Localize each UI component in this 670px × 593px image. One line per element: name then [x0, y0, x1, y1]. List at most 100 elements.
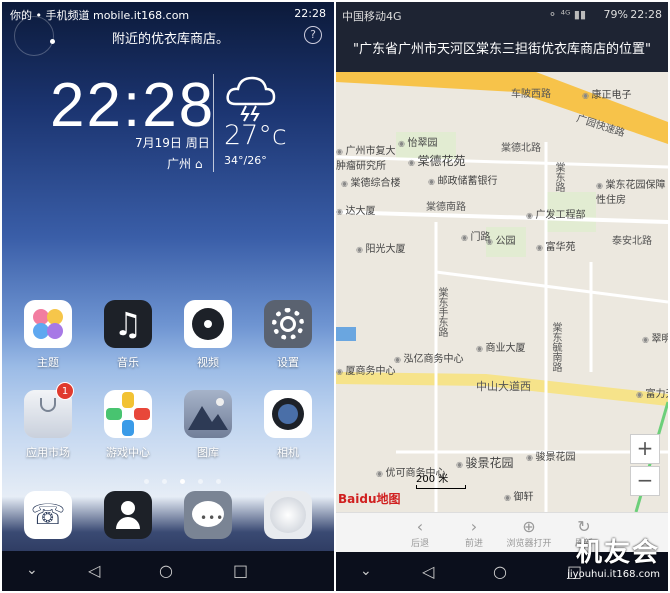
app-gallery[interactable]: 图库	[173, 390, 243, 460]
page-dot	[216, 479, 222, 484]
query-header: "广东省广州市天河区棠东三担街优衣库商店的位置"	[336, 28, 668, 72]
status-time: 22:28	[294, 7, 326, 20]
chevron-down-icon[interactable]: ⌄	[360, 563, 372, 579]
map-poi[interactable]: 邮政储蓄银行	[428, 172, 498, 187]
app-label: 主题	[37, 356, 59, 369]
browser-forward-button[interactable]: › 前进	[444, 517, 504, 549]
clock-widget[interactable]: 22:28	[50, 70, 215, 141]
music-icon: ♫	[104, 300, 152, 348]
navigation-bar: ⌄ ◁ ○ □	[2, 551, 334, 591]
map-poi[interactable]: 富力天	[636, 385, 668, 400]
map-poi[interactable]: 棠东花园保障性住房	[596, 176, 666, 206]
baidu-logo: Baidu地图	[338, 492, 401, 506]
app-music[interactable]: ♫ 音乐	[93, 300, 163, 370]
date-label: 7月19日 周日	[135, 136, 210, 150]
scale-label: 200 米	[416, 474, 449, 485]
road-label: 棠东毓南路	[550, 322, 561, 372]
dock-contacts[interactable]	[93, 491, 163, 539]
back-icon[interactable]: ◁	[88, 561, 100, 580]
app-label: 设置	[277, 356, 299, 369]
map-poi[interactable]: 达大厦	[336, 202, 376, 217]
road-label: 泰安北路	[612, 236, 652, 247]
map-poi[interactable]: 棠德综合楼	[341, 174, 401, 189]
dock-messages[interactable]: •••	[173, 491, 243, 539]
browser-back-button[interactable]: ‹ 后退	[390, 517, 450, 549]
gamepad-icon	[104, 390, 152, 438]
app-label: 视频	[197, 356, 219, 369]
dock-browser[interactable]	[253, 491, 323, 539]
map-view[interactable]: 车陂西路 广园快速路 棠德北路 棠德南路 中山大道西 棠东路 棠东手东路 棠东毓…	[336, 72, 668, 512]
open-in-browser-label: 浏览器打开	[506, 539, 552, 549]
app-label: 相机	[277, 446, 299, 459]
browser-back-label: 后退	[410, 539, 429, 549]
map-poi[interactable]: 厦商务中心	[336, 362, 396, 377]
scale-bar: 200 米	[416, 470, 466, 489]
widget-divider	[213, 74, 214, 172]
map-poi[interactable]: 广州市复大肿瘤研究所	[336, 142, 396, 172]
app-theme[interactable]: 主题	[13, 300, 83, 370]
app-label: 音乐	[117, 356, 139, 369]
open-in-browser-button[interactable]: ⊕ 浏览器打开	[499, 517, 559, 549]
map-poi[interactable]: 广发工程部	[526, 206, 586, 221]
app-camera[interactable]: 相机	[253, 390, 323, 460]
back-icon[interactable]: ◁	[422, 562, 434, 581]
recent-apps-icon[interactable]: □	[233, 561, 248, 580]
chevron-down-icon[interactable]: ⌄	[26, 562, 38, 578]
app-video[interactable]: 视频	[173, 300, 243, 370]
app-settings[interactable]: 设置	[253, 300, 323, 370]
page-dot-active	[180, 479, 186, 484]
temperature-range: 34°/26°	[224, 154, 267, 167]
globe-icon	[264, 491, 312, 539]
app-label: 应用市场	[26, 446, 70, 459]
status-bar: 中国移动4G ⚬ ⁴ᴳ ▮▮ 79% 22:28	[336, 2, 668, 28]
app-store[interactable]: 1 应用市场	[13, 382, 83, 460]
zoom-in-button[interactable]: +	[630, 434, 660, 464]
map-poi[interactable]: 御轩	[504, 488, 534, 503]
page-indicator[interactable]	[140, 469, 225, 488]
phone-icon: ☏	[24, 491, 72, 539]
road-label: 棠东路	[553, 162, 564, 192]
chevron-left-icon: ‹	[416, 517, 424, 536]
page-dot	[144, 479, 149, 484]
signal-icons: ⚬ ⁴ᴳ ▮▮	[547, 8, 586, 21]
road-label: 棠德北路	[501, 143, 541, 154]
globe-icon: ⊕	[522, 517, 536, 536]
app-label: 游戏中心	[106, 446, 150, 459]
map-poi[interactable]: 商业大厦	[476, 339, 526, 354]
app-game-center[interactable]: 游戏中心	[93, 390, 163, 460]
battery-level: 79%	[603, 8, 628, 21]
map-poi[interactable]: 泓亿商务中心	[394, 350, 464, 365]
thunderstorm-icon[interactable]	[222, 72, 278, 122]
contacts-icon	[104, 491, 152, 539]
status-time: 22:28	[630, 8, 662, 21]
map-poi[interactable]: 骏景花园	[456, 454, 514, 471]
page-dot	[198, 479, 204, 484]
map-poi[interactable]: 康正电子	[582, 86, 632, 101]
map-poi[interactable]: 公园	[486, 232, 516, 247]
map-poi[interactable]: 棠德花苑	[408, 152, 466, 169]
carrier-label: 中国移动4G	[342, 10, 402, 23]
theme-icon	[24, 300, 72, 348]
map-poi[interactable]: 翠明	[642, 330, 668, 345]
road-label: 中山大道西	[476, 380, 531, 393]
shopping-bag-icon: 1	[24, 382, 74, 438]
road-label: 棠东手东路	[436, 287, 447, 337]
map-poi[interactable]: 怡翠园	[398, 134, 438, 149]
help-icon[interactable]: ?	[304, 26, 322, 44]
zoom-out-button[interactable]: −	[630, 466, 660, 496]
chevron-right-icon: ›	[470, 517, 478, 536]
voice-hint: 附近的优衣库商店。	[112, 32, 230, 47]
city-label: 广州 ⌂	[167, 157, 203, 171]
map-poi[interactable]: 阳光大厦	[356, 240, 406, 255]
camera-icon	[264, 390, 312, 438]
map-screen: 中国移动4G ⚬ ⁴ᴳ ▮▮ 79% 22:28 "广东省广州市天河区棠东三担街…	[336, 2, 668, 591]
voice-assistant-icon[interactable]	[14, 16, 55, 56]
gear-icon	[264, 300, 312, 348]
map-poi[interactable]: 骏景花园	[526, 448, 576, 463]
home-icon[interactable]: ○	[493, 562, 507, 581]
home-icon[interactable]: ○	[159, 561, 173, 580]
scale-line	[416, 485, 466, 489]
dock-phone[interactable]: ☏	[13, 491, 83, 539]
road-label: 棠德南路	[426, 202, 466, 213]
map-poi[interactable]: 富华苑	[536, 238, 576, 253]
